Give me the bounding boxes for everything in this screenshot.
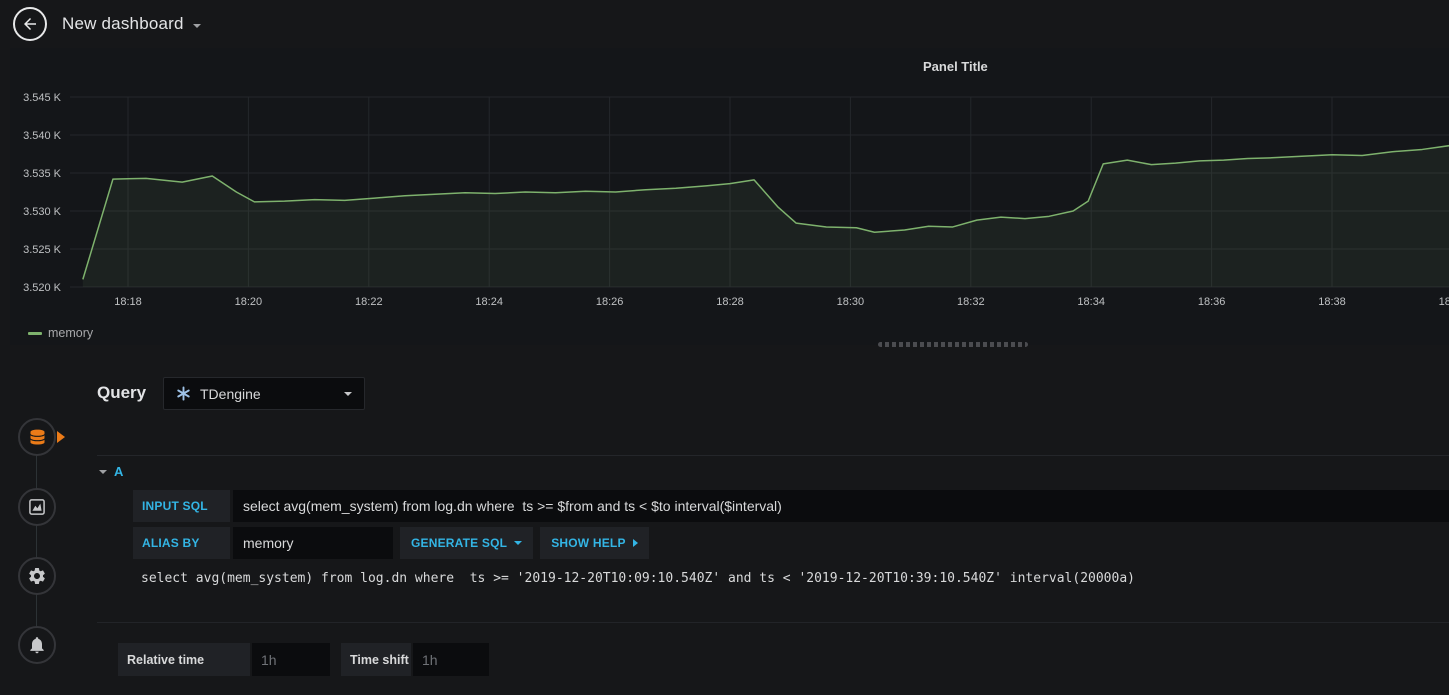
chevron-right-icon	[632, 539, 638, 547]
input-sql-label: INPUT SQL	[133, 490, 230, 522]
show-help-button-label: SHOW HELP	[551, 536, 626, 550]
arrow-left-icon	[24, 18, 36, 30]
tab-alert[interactable]	[18, 626, 56, 664]
svg-text:3.540 K: 3.540 K	[23, 130, 62, 142]
generated-sql-text: select avg(mem_system) from log.dn where…	[141, 571, 1135, 586]
active-tab-arrow-icon	[57, 431, 65, 443]
back-button[interactable]	[13, 7, 47, 41]
section-divider	[97, 622, 1449, 623]
tab-visualization[interactable]	[18, 488, 56, 526]
query-editor: Query TDengine A INPUT SQL ALIAS BY	[75, 345, 1449, 695]
svg-text:18:40: 18:40	[1439, 296, 1449, 308]
svg-text:3.545 K: 3.545 K	[23, 92, 62, 104]
chevron-down-icon	[514, 541, 523, 545]
svg-text:18:30: 18:30	[837, 296, 865, 308]
svg-text:18:34: 18:34	[1077, 296, 1105, 308]
gear-icon	[29, 568, 45, 584]
svg-text:18:18: 18:18	[114, 296, 142, 308]
query-options-row: Relative time Time shift	[118, 643, 489, 676]
tdengine-logo-icon	[177, 386, 190, 401]
relative-time-input[interactable]	[252, 643, 330, 676]
datasource-name: TDengine	[200, 385, 261, 402]
panel-title[interactable]: Panel Title	[923, 59, 988, 74]
svg-text:18:24: 18:24	[475, 296, 503, 308]
generate-sql-button[interactable]: GENERATE SQL	[400, 527, 534, 559]
timeseries-chart[interactable]: 18:18 18:20 18:22 18:24 18:26 18:28 18:30 18:32…	[10, 48, 1449, 345]
time-shift-label: Time shift	[341, 643, 411, 676]
svg-text:3.520 K: 3.520 K	[23, 282, 62, 294]
database-icon	[30, 429, 44, 444]
legend: memory	[28, 326, 93, 340]
grafana-app: New dashboard 18:18 18:20 18:22 18:24 18:26 1…	[0, 0, 1449, 695]
svg-text:18:38: 18:38	[1318, 296, 1346, 308]
horizontal-scrollbar-handle[interactable]	[878, 342, 1028, 347]
input-sql-row: INPUT SQL	[133, 490, 1449, 522]
svg-text:18:26: 18:26	[596, 296, 624, 308]
svg-text:18:36: 18:36	[1198, 296, 1226, 308]
svg-text:18:20: 18:20	[235, 296, 263, 308]
query-row-header: A	[97, 455, 1449, 479]
generate-sql-button-label: GENERATE SQL	[411, 536, 508, 550]
tab-general[interactable]	[18, 557, 56, 595]
legend-series-memory[interactable]: memory	[48, 326, 93, 340]
show-help-button[interactable]: SHOW HELP	[540, 527, 649, 559]
legend-color-swatch	[28, 331, 42, 335]
svg-text:3.525 K: 3.525 K	[23, 244, 62, 256]
dashboard-title: New dashboard	[62, 14, 184, 33]
svg-text:3.530 K: 3.530 K	[23, 206, 62, 218]
chart-icon	[29, 499, 45, 515]
svg-text:18:32: 18:32	[957, 296, 985, 308]
input-sql-field[interactable]	[233, 490, 1449, 522]
svg-text:18:22: 18:22	[355, 296, 383, 308]
panel-editor-tab-rail	[0, 345, 75, 695]
tab-queries[interactable]	[18, 418, 56, 456]
chevron-down-icon	[192, 24, 201, 28]
svg-text:3.535 K: 3.535 K	[23, 168, 62, 180]
chevron-down-icon	[344, 391, 352, 396]
svg-text:18:28: 18:28	[716, 296, 744, 308]
tab-connector-line	[36, 437, 37, 646]
relative-time-label: Relative time	[118, 643, 250, 676]
query-section-title: Query	[97, 383, 147, 402]
dashboard-title-dropdown[interactable]: New dashboard	[62, 14, 201, 34]
bell-icon	[30, 637, 44, 654]
datasource-picker[interactable]: TDengine	[163, 377, 365, 410]
alias-by-row: ALIAS BY GENERATE SQL SHOW HELP	[133, 527, 649, 559]
top-navbar: New dashboard	[0, 0, 1449, 48]
alias-by-field[interactable]	[233, 527, 393, 559]
collapse-chevron-icon[interactable]	[99, 469, 107, 474]
alias-by-label: ALIAS BY	[133, 527, 230, 559]
time-shift-input[interactable]	[413, 643, 489, 676]
graph-panel: 18:18 18:20 18:22 18:24 18:26 18:28 18:30 18:32…	[10, 48, 1449, 345]
query-row-id[interactable]: A	[114, 464, 123, 479]
